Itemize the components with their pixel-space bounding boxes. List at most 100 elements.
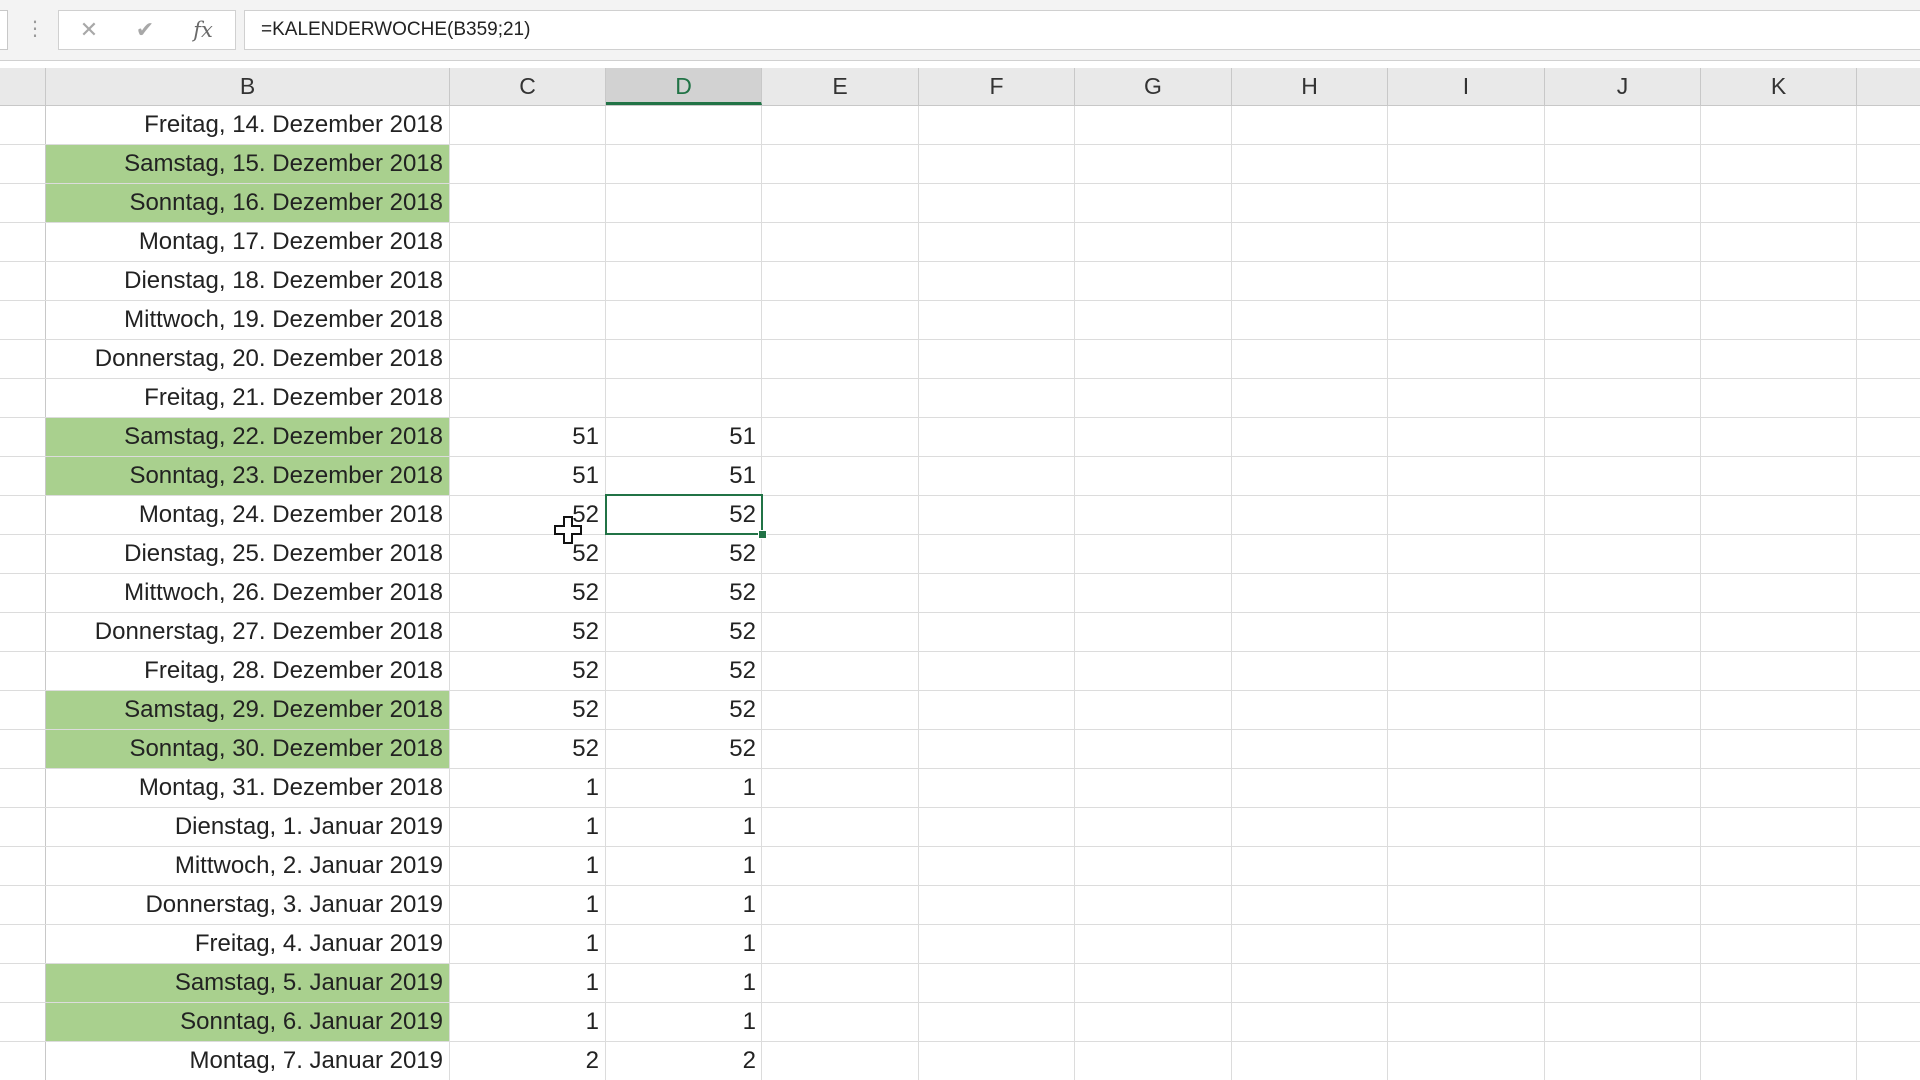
column-header-d[interactable]: D [606, 68, 762, 105]
cell-c-week[interactable]: 1 [450, 886, 605, 924]
row-header[interactable] [0, 223, 46, 261]
cell-d-week[interactable]: 1 [606, 808, 762, 846]
select-all-corner[interactable] [0, 68, 46, 105]
column-header-j[interactable]: J [1545, 68, 1701, 105]
row-header[interactable] [0, 925, 46, 963]
cell-b-date[interactable]: Dienstag, 1. Januar 2019 [46, 808, 449, 846]
cell-b-date[interactable]: Mittwoch, 19. Dezember 2018 [46, 301, 449, 339]
cell-d-week[interactable] [606, 106, 762, 144]
cell-d-week[interactable]: 1 [606, 964, 762, 1002]
cell-b-date[interactable]: Donnerstag, 20. Dezember 2018 [46, 340, 449, 378]
cell-d-week[interactable]: 52 [606, 652, 762, 690]
cell-d-week[interactable] [606, 184, 762, 222]
row-header[interactable] [0, 769, 46, 807]
cell-d-week[interactable]: 51 [606, 418, 762, 456]
column-header-e[interactable]: E [762, 68, 919, 105]
cell-b-date[interactable]: Montag, 7. Januar 2019 [46, 1042, 449, 1080]
cell-d-week[interactable] [606, 145, 762, 183]
row-header[interactable] [0, 1042, 46, 1080]
cell-c-week[interactable] [450, 262, 605, 300]
cell-d-week[interactable]: 1 [606, 769, 762, 807]
cell-b-date[interactable]: Samstag, 15. Dezember 2018 [46, 145, 449, 183]
row-header[interactable] [0, 964, 46, 1002]
column-header-g[interactable]: G [1075, 68, 1232, 105]
cell-d-week[interactable]: 1 [606, 925, 762, 963]
cell-c-week[interactable] [450, 223, 605, 261]
close-icon[interactable]: ✕ [69, 15, 109, 45]
cell-b-date[interactable]: Mittwoch, 2. Januar 2019 [46, 847, 449, 885]
row-header[interactable] [0, 691, 46, 729]
cell-c-week[interactable]: 52 [450, 535, 605, 573]
row-header[interactable] [0, 496, 46, 534]
cell-d-week[interactable]: 52 [606, 730, 762, 768]
cell-b-date[interactable]: Sonntag, 23. Dezember 2018 [46, 457, 449, 495]
row-header[interactable] [0, 262, 46, 300]
cell-b-date[interactable]: Freitag, 4. Januar 2019 [46, 925, 449, 963]
cell-d-week[interactable]: 51 [606, 457, 762, 495]
cell-c-week[interactable]: 1 [450, 1003, 605, 1041]
cell-d-week[interactable]: 52 [606, 535, 762, 573]
cell-d-week[interactable]: 1 [606, 886, 762, 924]
row-header[interactable] [0, 613, 46, 651]
row-header[interactable] [0, 184, 46, 222]
row-header[interactable] [0, 730, 46, 768]
cell-d-week[interactable]: 1 [606, 1003, 762, 1041]
cell-b-date[interactable]: Freitag, 21. Dezember 2018 [46, 379, 449, 417]
row-header[interactable] [0, 301, 46, 339]
cell-b-date[interactable]: Mittwoch, 26. Dezember 2018 [46, 574, 449, 612]
cell-d-week[interactable]: 52 [606, 613, 762, 651]
cell-b-date[interactable]: Dienstag, 25. Dezember 2018 [46, 535, 449, 573]
cell-c-week[interactable]: 52 [450, 574, 605, 612]
cell-c-week[interactable]: 52 [450, 613, 605, 651]
cell-c-week[interactable]: 52 [450, 496, 605, 534]
cell-b-date[interactable]: Dienstag, 18. Dezember 2018 [46, 262, 449, 300]
cell-b-date[interactable]: Samstag, 22. Dezember 2018 [46, 418, 449, 456]
cell-d-week[interactable]: 52 [606, 574, 762, 612]
cell-c-week[interactable] [450, 145, 605, 183]
cell-b-date[interactable]: Montag, 31. Dezember 2018 [46, 769, 449, 807]
column-header-c[interactable]: C [450, 68, 606, 105]
row-header[interactable] [0, 574, 46, 612]
cell-d-week[interactable] [606, 379, 762, 417]
cell-c-week[interactable] [450, 379, 605, 417]
cell-d-week[interactable]: 1 [606, 847, 762, 885]
row-header[interactable] [0, 1003, 46, 1041]
cell-c-week[interactable]: 1 [450, 964, 605, 1002]
cell-d-week[interactable]: 2 [606, 1042, 762, 1080]
column-header-k[interactable]: K [1701, 68, 1857, 105]
cell-b-date[interactable]: Freitag, 28. Dezember 2018 [46, 652, 449, 690]
cell-b-date[interactable]: Sonntag, 16. Dezember 2018 [46, 184, 449, 222]
cell-d-week[interactable]: 52 [606, 691, 762, 729]
cell-d-week[interactable]: 52 [606, 496, 762, 534]
cell-c-week[interactable]: 52 [450, 691, 605, 729]
cell-b-date[interactable]: Sonntag, 30. Dezember 2018 [46, 730, 449, 768]
cell-c-week[interactable] [450, 184, 605, 222]
cell-c-week[interactable] [450, 340, 605, 378]
row-header[interactable] [0, 106, 46, 144]
cell-c-week[interactable]: 51 [450, 457, 605, 495]
check-icon[interactable]: ✔ [125, 15, 165, 45]
cell-c-week[interactable]: 1 [450, 769, 605, 807]
row-header[interactable] [0, 847, 46, 885]
cell-b-date[interactable]: Montag, 17. Dezember 2018 [46, 223, 449, 261]
column-header-b[interactable]: B [46, 68, 450, 105]
function-icon[interactable]: fx [183, 15, 223, 45]
row-header[interactable] [0, 418, 46, 456]
name-box[interactable] [0, 10, 8, 50]
column-header-f[interactable]: F [919, 68, 1075, 105]
row-header[interactable] [0, 379, 46, 417]
cell-c-week[interactable]: 1 [450, 847, 605, 885]
cell-c-week[interactable]: 52 [450, 730, 605, 768]
column-header-i[interactable]: I [1388, 68, 1545, 105]
cell-d-week[interactable] [606, 262, 762, 300]
row-header[interactable] [0, 457, 46, 495]
formula-input[interactable]: =KALENDERWOCHE(B359;21) [244, 10, 1920, 50]
cell-c-week[interactable] [450, 106, 605, 144]
cell-d-week[interactable] [606, 223, 762, 261]
cell-c-week[interactable] [450, 301, 605, 339]
cell-d-week[interactable] [606, 340, 762, 378]
cell-c-week[interactable]: 1 [450, 808, 605, 846]
cell-b-date[interactable]: Samstag, 5. Januar 2019 [46, 964, 449, 1002]
cell-c-week[interactable]: 51 [450, 418, 605, 456]
column-header-h[interactable]: H [1232, 68, 1388, 105]
